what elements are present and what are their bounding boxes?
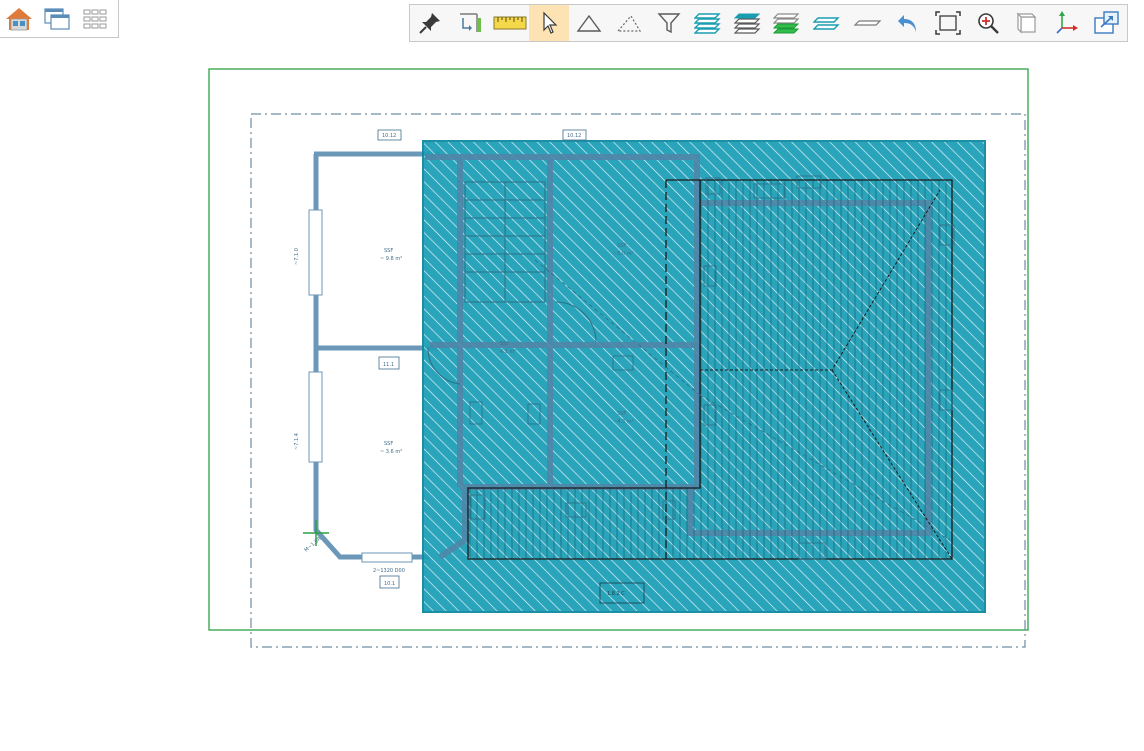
corner-tag: M~1.0R [303,536,323,554]
triangle-icon [576,14,602,32]
select-pointer-button[interactable] [529,5,570,41]
grid-icon [83,9,107,28]
layers-cyan-icon [693,13,721,34]
axes-button[interactable] [1047,5,1087,41]
layers-two-button[interactable] [808,5,848,41]
room-upper-left-name: SSF [384,248,393,254]
cursor-icon [543,11,558,34]
zoom-in-button[interactable] [968,5,1008,41]
drawing-canvas[interactable]: 10.12 10.12 SSF ~ 9.8 m² SSF ~ 3.6 m² SS… [0,44,1144,746]
left-dimension-lower: ~7.1.4 [294,433,300,450]
export-icon [1094,11,1119,34]
dimension-corner-icon [459,13,481,32]
polygon-area-button[interactable] [569,5,609,41]
layout-grid-button[interactable] [76,1,114,37]
room-right-lower-name: SSF [617,411,626,417]
box-icon [1016,12,1037,34]
ruler-icon [493,16,527,30]
window-switch-button[interactable] [38,1,76,37]
zoom-in-icon [977,13,999,34]
small-box-mid: 11.1 [383,362,394,368]
bottom-tag-box: 1.8.2 C [607,591,625,597]
undo-button[interactable] [888,5,928,41]
left-dimension-upper: ~7.1.0 [294,248,300,265]
home-view-button[interactable] [0,1,38,37]
layers-all-button[interactable] [689,5,729,41]
view-3d-box-button[interactable] [1007,5,1047,41]
main-toolbar [409,4,1128,42]
small-box-bottom: 10.1 [384,581,395,587]
room-mid-name: SSF [500,341,509,347]
dashed-triangle-icon [616,14,642,32]
single-plane-button[interactable] [848,5,888,41]
windows-icon [44,7,70,30]
layers-green-icon [773,13,800,34]
floor-plan-walls [313,151,440,560]
funnel-icon [657,13,681,34]
pin-icon [419,13,440,34]
layers-stack-button[interactable] [729,5,769,41]
top-dimension-left: 10.12 [382,133,396,139]
plane-icon [853,20,882,26]
dimension-corner-button[interactable] [450,5,490,41]
zoom-extents-button[interactable] [928,5,968,41]
room-upper-left-area: ~ 9.8 m² [380,256,402,262]
room-lower-left-area: ~ 3.6 m² [380,449,402,455]
pin-button[interactable] [410,5,450,41]
undo-icon [897,15,916,32]
export-view-button[interactable] [1087,5,1127,41]
room-lower-left-name: SSF [384,441,393,447]
layers-gray-icon [733,13,760,34]
layers-green-button[interactable] [768,5,808,41]
top-dimension-right: 10.12 [567,133,581,139]
dashed-area-button[interactable] [609,5,649,41]
fit-screen-icon [934,11,961,35]
measure-ruler-button[interactable] [490,5,530,41]
view-mode-toolbar [0,0,119,38]
room-right-lower-area: ~4.3 m² [613,419,634,425]
axes-icon [1056,11,1079,34]
wall-openings [308,209,413,563]
room-right-upper-name: SSF [617,243,626,249]
filter-button[interactable] [649,5,689,41]
house-icon [6,7,32,30]
bottom-dimension: 2~1320 D00 [373,568,405,574]
room-right-upper-area: ~5.0 m² [613,251,634,257]
floor-plan-view[interactable]: 10.12 10.12 SSF ~ 9.8 m² SSF ~ 3.6 m² SS… [0,44,1144,746]
room-mid-area: 4.1 m² [500,349,516,355]
layers-two-icon [813,17,840,30]
